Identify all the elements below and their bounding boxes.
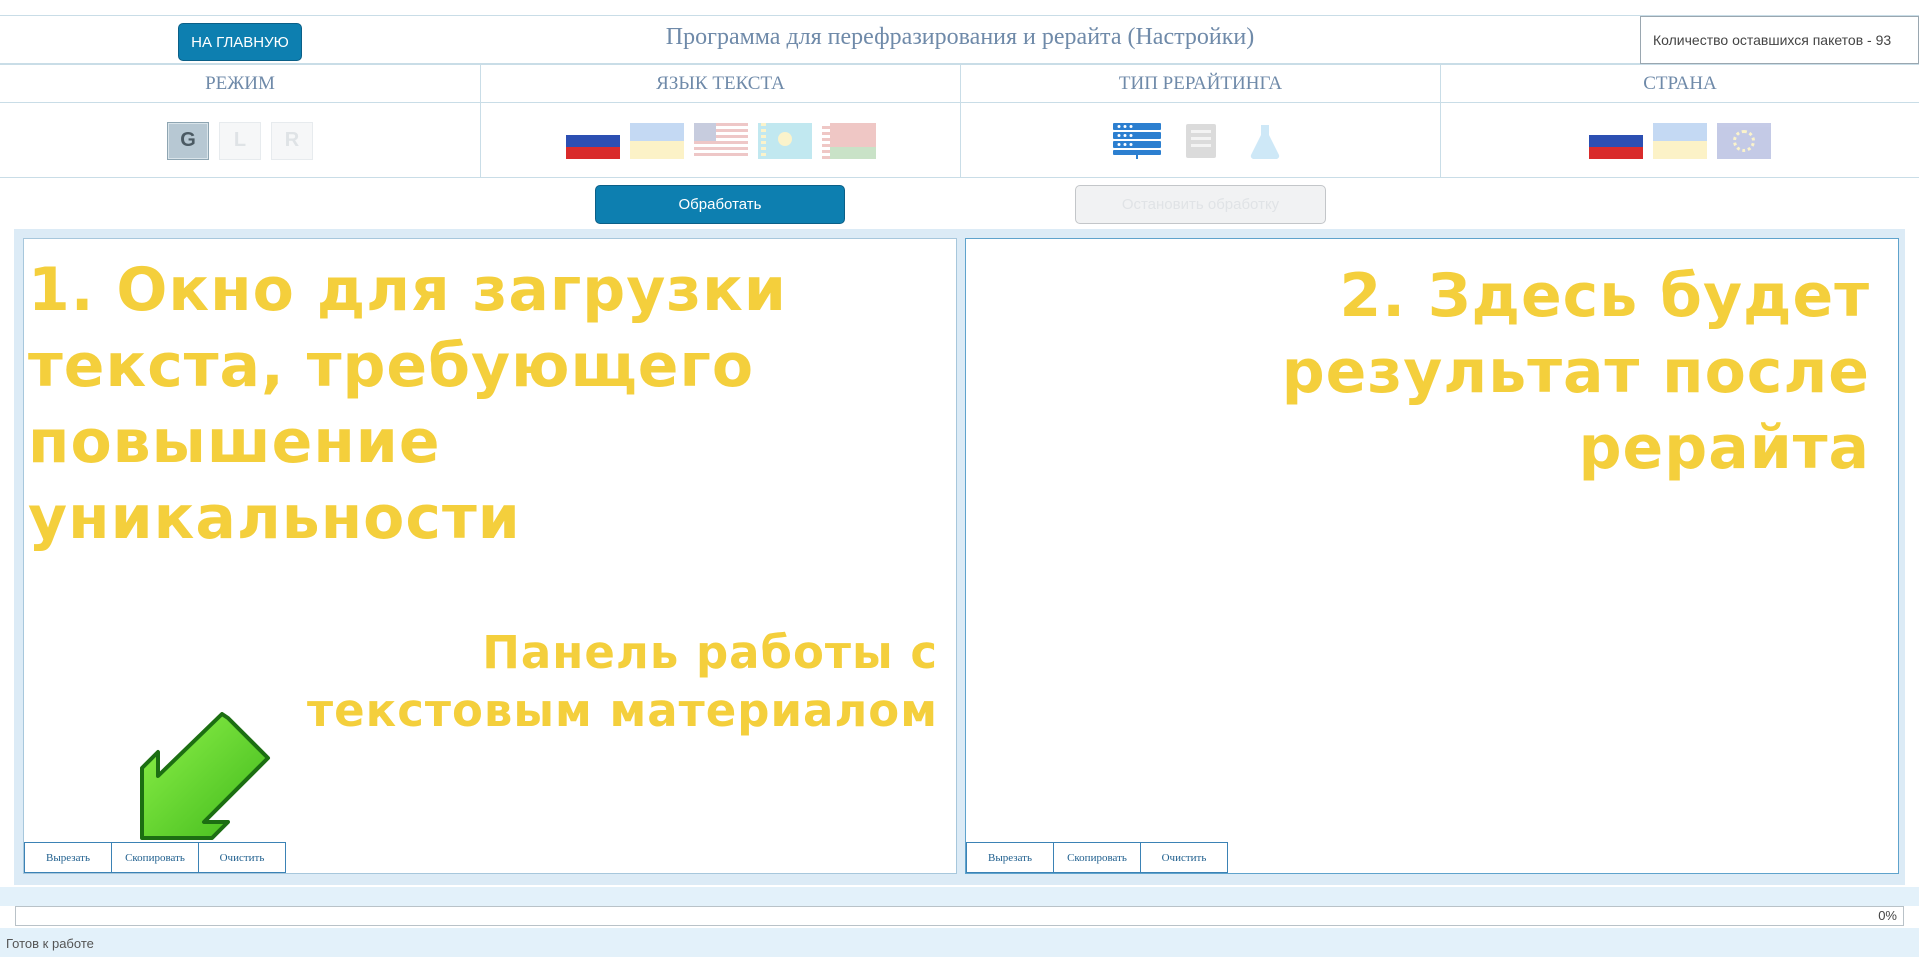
page-title: Программа для перефразирования и рерайта…: [665, 24, 1255, 50]
mode-column: РЕЖИМ G L R: [0, 65, 480, 178]
process-button[interactable]: Обработать: [595, 185, 845, 224]
mode-options: G L R: [0, 103, 480, 178]
result-window-annotation: 2. Здесь будет результат после рерайта: [1281, 261, 1870, 483]
language-heading: ЯЗЫК ТЕКСТА: [481, 65, 960, 103]
rewrite-type-options: [961, 103, 1440, 178]
stop-processing-button[interactable]: Остановить обработку: [1075, 185, 1326, 224]
server-icon[interactable]: [1110, 121, 1164, 161]
document-icon[interactable]: [1174, 121, 1228, 161]
rewrite-type-column: ТИП РЕРАЙТИНГА: [960, 65, 1440, 178]
home-button[interactable]: НА ГЛАВНУЮ: [178, 23, 302, 61]
country-heading: СТРАНА: [1441, 65, 1919, 103]
russia-flag-icon[interactable]: [565, 122, 620, 159]
mode-heading: РЕЖИМ: [0, 65, 480, 103]
cut-button[interactable]: Вырезать: [966, 842, 1054, 873]
mode-r-button[interactable]: R: [271, 121, 313, 160]
belarus-flag-icon[interactable]: [821, 122, 876, 159]
ukraine-flag-icon[interactable]: [629, 122, 684, 159]
flask-icon[interactable]: [1238, 121, 1292, 161]
country-options: [1441, 103, 1919, 178]
language-column: ЯЗЫК ТЕКСТА: [480, 65, 960, 178]
ukraine-flag-icon[interactable]: [1653, 122, 1707, 159]
input-window-annotation: 1. Окно для загрузки текста, требующего …: [28, 255, 787, 553]
mode-l-button[interactable]: L: [219, 121, 261, 160]
output-text-toolbar: Вырезать Скопировать Очистить: [966, 842, 1228, 873]
progress-band: [0, 887, 1919, 906]
status-text: Готов к работе: [6, 936, 94, 951]
progress-label: 0%: [1878, 908, 1897, 923]
rewrite-type-heading: ТИП РЕРАЙТИНГА: [961, 65, 1440, 103]
kazakhstan-flag-icon[interactable]: [757, 122, 812, 159]
russia-flag-icon[interactable]: [1589, 122, 1643, 159]
eu-flag-icon[interactable]: [1717, 122, 1771, 159]
clear-button[interactable]: Очистить: [1140, 842, 1228, 873]
settings-grid: РЕЖИМ G L R ЯЗЫК ТЕКСТА ТИП РЕРАЙТИНГА С…: [0, 64, 1919, 178]
status-bar: Готов к работе: [0, 928, 1919, 957]
country-column: СТРАНА: [1440, 65, 1919, 178]
arrow-pointer-icon: [132, 712, 272, 847]
text-panel-annotation: Панель работы с текстовым материалом: [307, 626, 938, 737]
usa-flag-icon[interactable]: [693, 122, 748, 159]
language-options: [481, 103, 960, 178]
cut-button[interactable]: Вырезать: [24, 842, 112, 873]
progress-bar: 0%: [15, 906, 1904, 926]
copy-button[interactable]: Скопировать: [1053, 842, 1141, 873]
packets-remaining: Количество оставшихся пакетов - 93: [1640, 16, 1919, 64]
mode-g-button[interactable]: G: [167, 121, 209, 160]
